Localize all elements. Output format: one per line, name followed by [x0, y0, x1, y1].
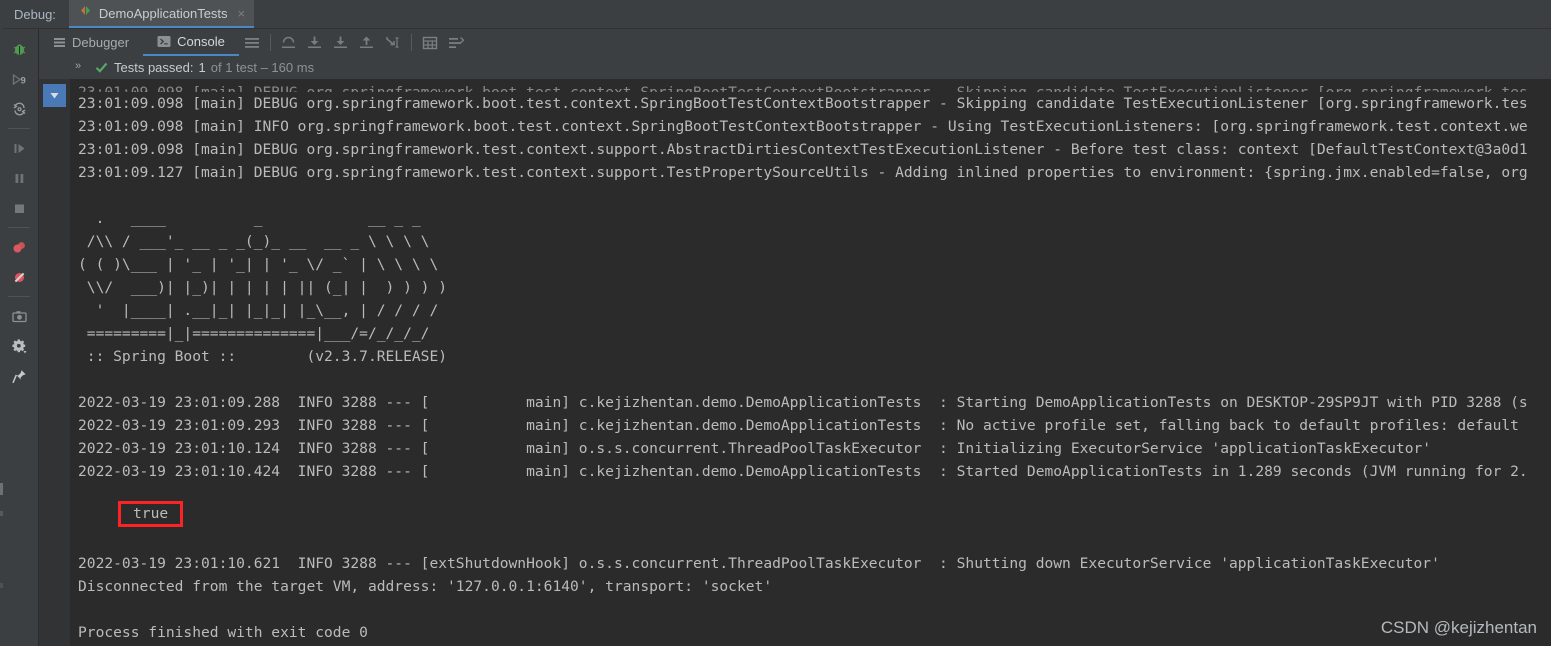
toolbar-divider [269, 34, 271, 51]
console-area: 23:01:09.098 [main] DEBUG org.springfram… [39, 79, 1551, 646]
console-gutter [39, 79, 70, 646]
rail-divider [8, 227, 30, 228]
console-line: Process finished with exit code 0 [78, 624, 368, 641]
print-icon[interactable] [443, 29, 469, 56]
test-pass-count: 1 [198, 60, 206, 75]
tab-debugger-label: Debugger [72, 35, 130, 50]
pause-program-icon[interactable] [4, 163, 34, 193]
layers-icon [53, 36, 66, 49]
console-line: . ____ _ __ _ _ [78, 210, 421, 227]
run-to-cursor-icon[interactable] [380, 29, 406, 56]
screenshot-icon[interactable] [4, 301, 34, 331]
debug-actions-rail: 9 [0, 29, 39, 646]
view-breakpoints-icon[interactable] [4, 232, 34, 262]
ide-debug-window: Debug: DemoApplicationTests × 9 Debugger… [0, 0, 1551, 646]
rerun-failed-tests-icon[interactable]: 9 [4, 64, 34, 94]
junit-test-icon [79, 4, 92, 22]
overflow-chevron-icon[interactable]: » [75, 60, 81, 72]
console-icon [157, 35, 171, 48]
tab-console-label: Console [177, 34, 225, 49]
scroll-to-end-icon[interactable] [43, 84, 66, 107]
console-line: Disconnected from the target VM, address… [78, 578, 773, 595]
soft-wrap-icon[interactable] [239, 29, 265, 56]
run-configuration-tab[interactable]: DemoApplicationTests × [68, 0, 255, 28]
test-status-detail: of 1 test – 160 ms [210, 60, 315, 75]
edge-marker [0, 583, 3, 588]
console-line: 23:01:09.098 [main] DEBUG org.springfram… [78, 141, 1528, 158]
debug-body: 9 Debugger Console » Tests passed: 1 of … [0, 29, 1551, 646]
debugger-console-tab-bar: Debugger Console [39, 29, 1551, 56]
annotation-box: true [118, 501, 184, 527]
console-line: 23:01:09.127 [main] DEBUG org.springfram… [78, 164, 1528, 181]
console-line: =========|_|==============|___/=/_/_/_/ [78, 325, 430, 342]
console-output[interactable]: 23:01:09.098 [main] DEBUG org.springfram… [70, 79, 1551, 646]
console-line: 2022-03-19 23:01:10.621 INFO 3288 --- [e… [78, 555, 1440, 572]
tab-debugger[interactable]: Debugger [39, 29, 143, 56]
highlighted-output-value: true [133, 505, 169, 522]
pin-tab-icon[interactable] [4, 361, 34, 391]
console-line: ' |____| .__|_| |_|_| |_\__, | / / / / [78, 302, 439, 319]
test-status-strip: » Tests passed: 1 of 1 test – 160 ms [39, 56, 1551, 79]
step-over-icon[interactable] [276, 29, 302, 56]
highlighted-output-row: true [70, 501, 1551, 529]
evaluate-expression-icon[interactable] [417, 29, 443, 56]
mute-breakpoints-icon[interactable] [4, 262, 34, 292]
rail-divider [8, 296, 30, 297]
console-lines-top: 23:01:09.098 [main] DEBUG org.springfram… [70, 81, 1551, 506]
console-line: ( ( )\___ | '_ | '_| | '_ \/ _` | \ \ \ … [78, 256, 439, 273]
window-left-edge [0, 28, 3, 646]
resume-program-icon[interactable] [4, 133, 34, 163]
svg-text:9: 9 [20, 75, 25, 86]
test-status-label: Tests passed: [114, 60, 194, 75]
debug-content: Debugger Console » Tests passed: 1 of 1 … [39, 29, 1551, 646]
console-line: /\\ / ___'_ __ _ _(_)_ __ __ _ \ \ \ \ [78, 233, 430, 250]
console-line: :: Spring Boot :: (v2.3.7.RELEASE) [78, 348, 448, 365]
debug-tool-window-label: Debug: [0, 0, 69, 28]
force-step-into-icon[interactable] [328, 29, 354, 56]
console-line: 23:01:09.098 [main] DEBUG org.springfram… [70, 81, 1551, 92]
step-into-icon[interactable] [302, 29, 328, 56]
settings-gear-icon[interactable] [4, 331, 34, 361]
run-tab-title: DemoApplicationTests [98, 5, 228, 21]
console-line: 2022-03-19 23:01:10.124 INFO 3288 --- [ … [78, 440, 1432, 457]
console-line: 23:01:09.098 [main] DEBUG org.springfram… [78, 95, 1528, 112]
console-line: \\/ ___)| |_)| | | | | || (_| | ) ) ) ) [78, 279, 448, 296]
toolbar-divider [410, 34, 412, 51]
console-lines-tail: 2022-03-19 23:01:10.621 INFO 3288 --- [e… [70, 529, 1551, 644]
edge-marker [0, 483, 3, 495]
stop-icon[interactable] [4, 193, 34, 223]
rail-divider [8, 128, 30, 129]
console-line: 23:01:09.098 [main] INFO org.springframe… [78, 118, 1528, 135]
tab-console[interactable]: Console [143, 29, 239, 56]
close-icon[interactable]: × [238, 7, 246, 20]
rerun-automatically-icon[interactable] [4, 94, 34, 124]
step-out-icon[interactable] [354, 29, 380, 56]
console-line: 2022-03-19 23:01:09.293 INFO 3288 --- [ … [78, 417, 1519, 434]
edge-marker [0, 511, 3, 516]
debug-tab-bar: Debug: DemoApplicationTests × [0, 0, 1551, 29]
console-line: 2022-03-19 23:01:09.288 INFO 3288 --- [ … [78, 394, 1528, 411]
console-line: 2022-03-19 23:01:10.424 INFO 3288 --- [ … [78, 463, 1528, 480]
check-icon [95, 61, 108, 74]
rerun-debug-icon[interactable] [4, 34, 34, 64]
